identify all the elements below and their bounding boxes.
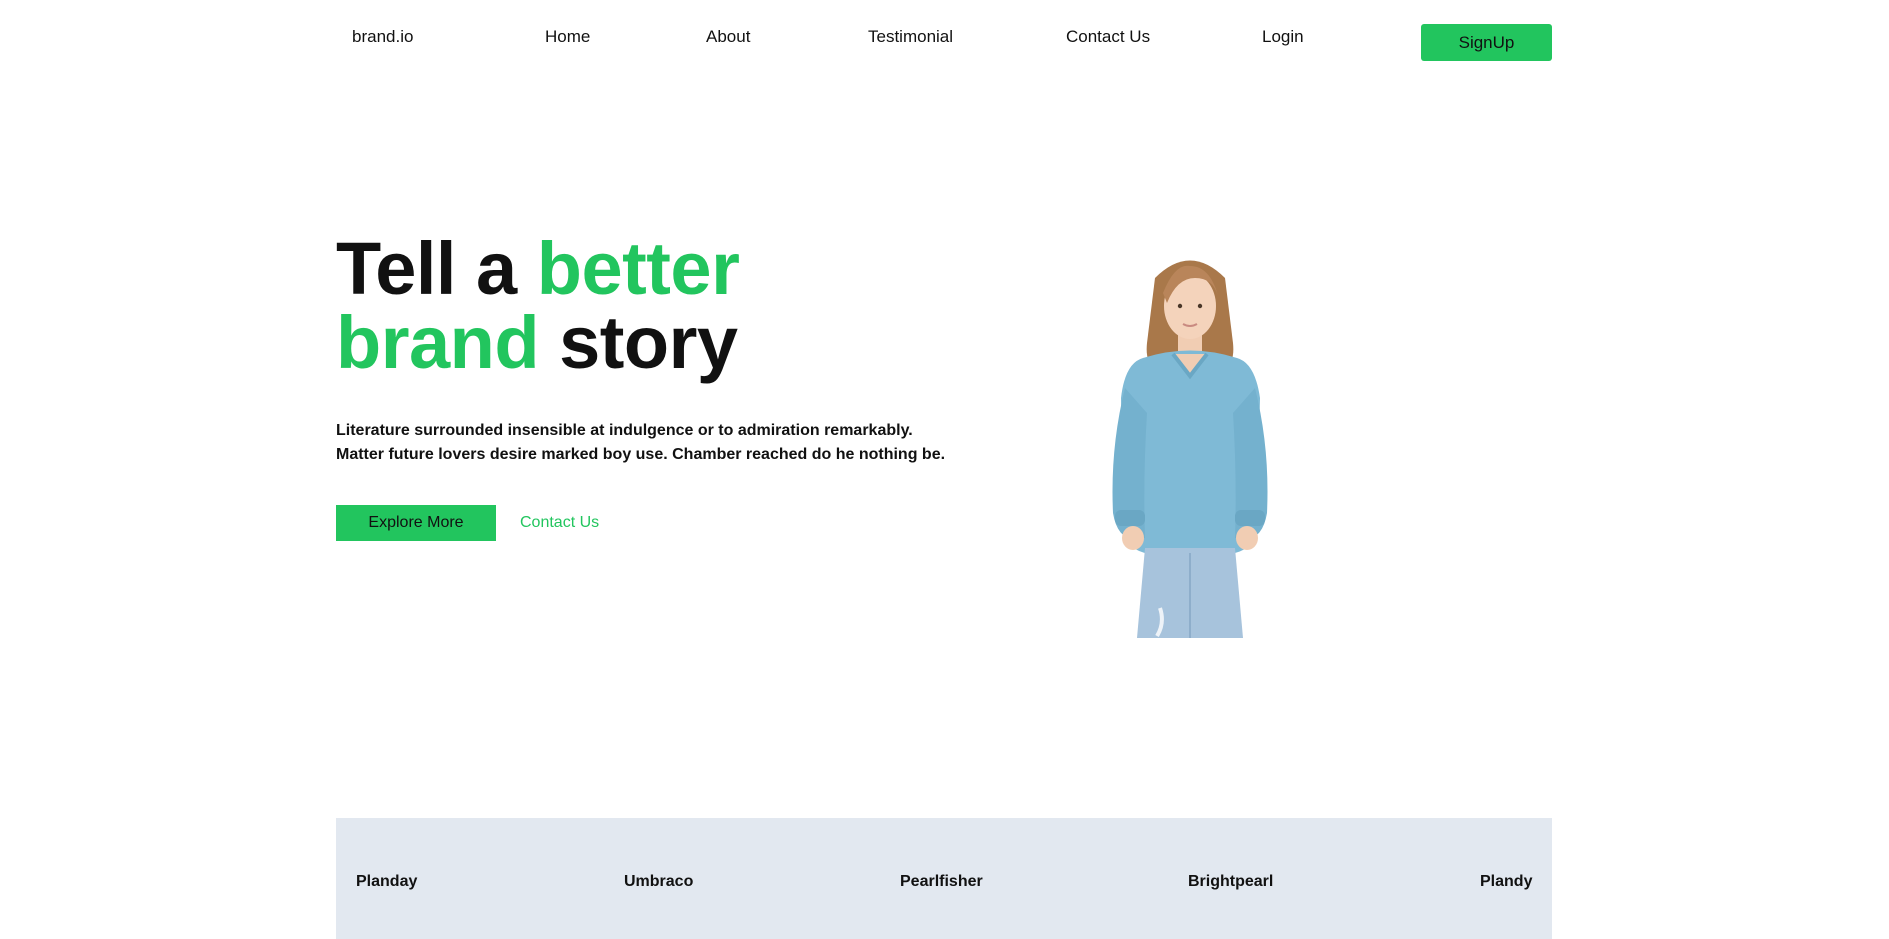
hero-title-plain-1: Tell a: [336, 227, 537, 310]
nav-link-login[interactable]: Login: [1262, 27, 1304, 47]
nav-link-contact-us[interactable]: Contact Us: [1066, 27, 1150, 47]
explore-more-button[interactable]: Explore More: [336, 505, 496, 541]
nav-link-home[interactable]: Home: [545, 27, 590, 47]
brands-strip: Planday Umbraco Pearlfisher Brightpearl …: [336, 818, 1552, 939]
hero-title-accent-2: brand: [336, 301, 540, 384]
hero-title-accent-1: better: [536, 227, 740, 310]
brand-pearlfisher: Pearlfisher: [900, 873, 983, 890]
hero-description: Literature surrounded insensible at indu…: [336, 422, 946, 463]
hero-title-line-1: Tell a better: [336, 232, 740, 306]
signup-button[interactable]: SignUp: [1421, 24, 1552, 61]
brand-planday: Planday: [356, 873, 418, 890]
brand-plandy: Plandy: [1480, 873, 1533, 890]
brand-logo[interactable]: brand.io: [352, 27, 413, 47]
brand-umbraco: Umbraco: [624, 873, 694, 890]
nav-link-about[interactable]: About: [706, 27, 750, 47]
top-navigation: brand.io Home About Testimonial Contact …: [0, 0, 1889, 80]
contact-us-link[interactable]: Contact Us: [520, 514, 599, 532]
hero-title-line-2: brand story: [336, 306, 739, 380]
hero-title-plain-2: story: [539, 301, 738, 384]
landing-page: brand.io Home About Testimonial Contact …: [0, 0, 1889, 939]
hero-title: Tell a better brand story: [336, 232, 740, 380]
brand-brightpearl: Brightpearl: [1188, 873, 1274, 890]
nav-link-testimonial[interactable]: Testimonial: [868, 27, 953, 47]
person-photo: [1112, 260, 1268, 638]
